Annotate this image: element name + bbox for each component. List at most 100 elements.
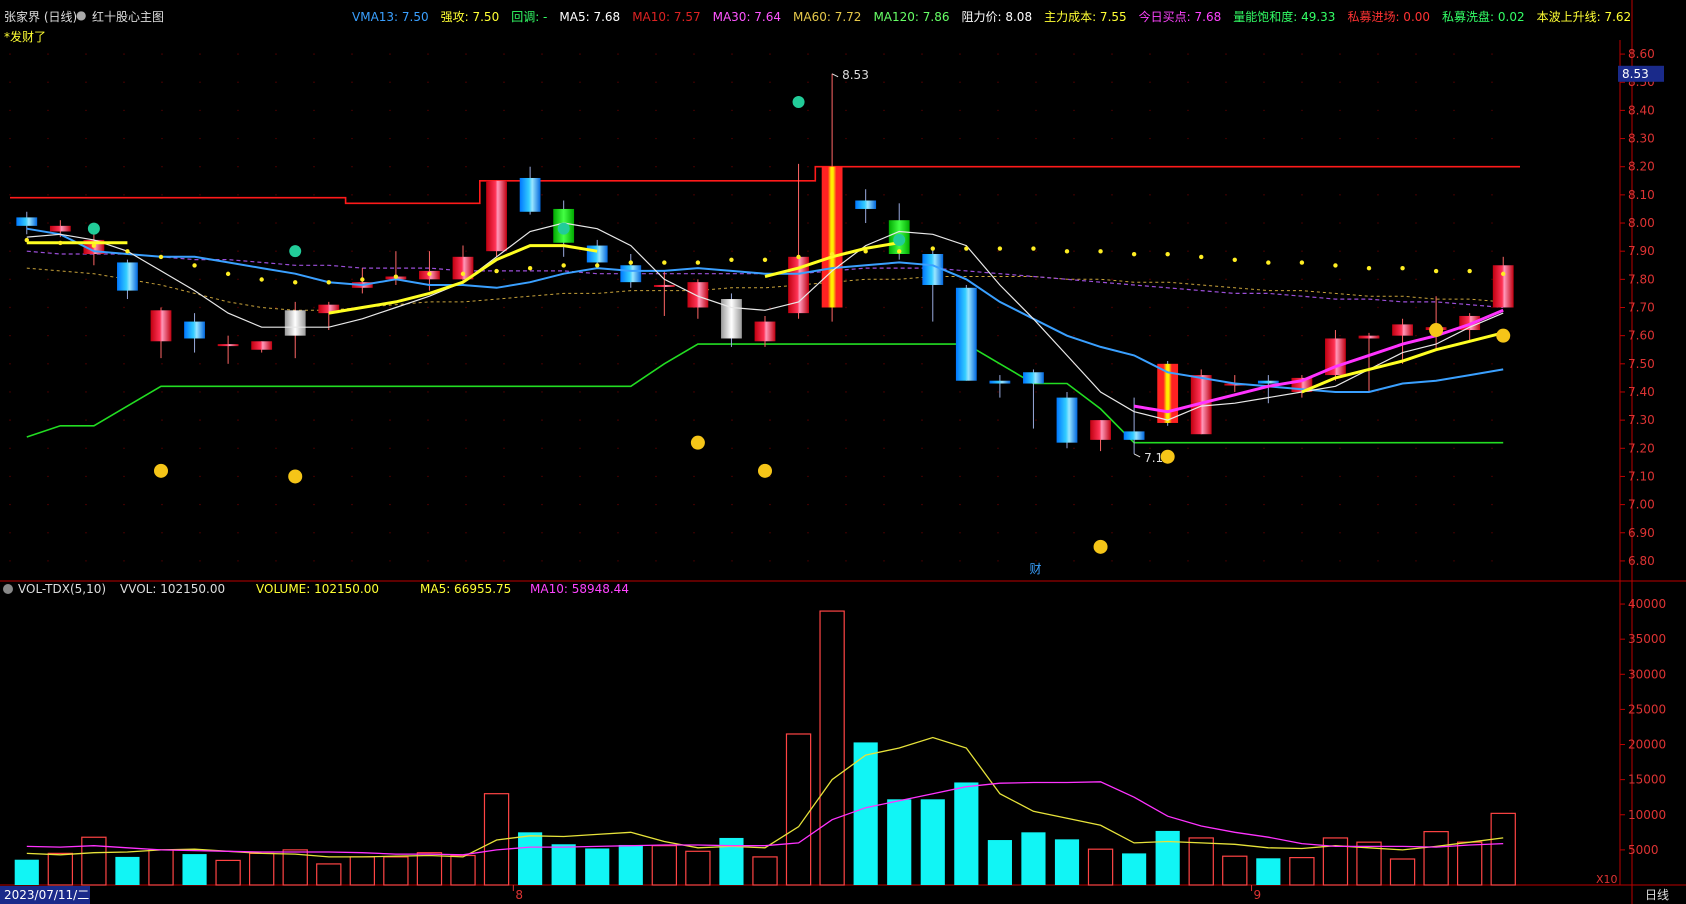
grid-dot <box>883 363 885 365</box>
candle-body[interactable] <box>922 254 944 285</box>
volume-bar[interactable] <box>1289 857 1315 886</box>
volume-bar[interactable] <box>1490 812 1516 886</box>
grid-dot <box>237 363 239 365</box>
grid-dot <box>731 447 733 449</box>
volume-bar[interactable] <box>1054 839 1080 885</box>
grid-dot <box>807 166 809 168</box>
candle-body[interactable] <box>117 262 138 291</box>
volume-bar[interactable] <box>1087 848 1114 886</box>
volume-bar[interactable] <box>618 844 643 885</box>
grid-dot <box>883 53 885 55</box>
volume-bar[interactable] <box>785 733 812 886</box>
volume-bar[interactable] <box>81 836 107 886</box>
grid-dot <box>807 222 809 224</box>
candle-body[interactable] <box>687 282 709 308</box>
volume-bar[interactable] <box>450 854 476 886</box>
chevron-down-icon[interactable] <box>3 584 13 594</box>
candle-body[interactable] <box>1358 335 1380 339</box>
grid-dot <box>313 363 315 365</box>
grid-dot <box>1377 391 1379 393</box>
candle-body[interactable] <box>184 321 205 339</box>
volume-bar[interactable] <box>752 856 778 886</box>
volume-bar[interactable] <box>215 859 241 886</box>
candle-body[interactable] <box>1056 397 1078 443</box>
volume-bar[interactable] <box>1188 837 1214 886</box>
grid-dot <box>123 109 125 112</box>
candle-body[interactable] <box>150 310 172 342</box>
volume-bar[interactable] <box>47 852 74 886</box>
candle-body[interactable] <box>754 321 776 342</box>
grid-dot <box>1187 419 1189 421</box>
period-label[interactable]: 日线 <box>1645 888 1669 902</box>
grid-dot <box>1301 81 1303 83</box>
volume-bar[interactable] <box>1021 832 1046 885</box>
candle-body[interactable] <box>653 284 675 287</box>
candle-body[interactable] <box>955 287 977 381</box>
volume-bar[interactable] <box>316 863 342 886</box>
volume-bar[interactable] <box>1322 837 1349 886</box>
grid-dot <box>1263 447 1265 449</box>
price-tick-label: 7.70 <box>1628 301 1655 315</box>
grid-dot <box>161 532 163 534</box>
volume-bar[interactable] <box>383 856 409 886</box>
volume-bar[interactable] <box>182 854 207 885</box>
volume-bar[interactable] <box>115 856 140 885</box>
candle-body[interactable] <box>251 341 273 350</box>
candle-body[interactable] <box>1492 265 1514 308</box>
grid-dot <box>617 447 619 449</box>
volume-bar[interactable] <box>954 782 979 885</box>
candle-body[interactable] <box>1023 372 1044 384</box>
volume-bar[interactable] <box>1222 855 1248 886</box>
volume-bar[interactable] <box>1122 853 1147 885</box>
volume-bar[interactable] <box>1423 831 1449 886</box>
signal-dot <box>997 246 1003 251</box>
candle-body[interactable] <box>855 200 877 209</box>
volume-bar[interactable] <box>148 849 174 886</box>
candle-body[interactable] <box>217 344 239 347</box>
stock-chart[interactable]: 8.608.508.408.308.208.108.007.907.807.70… <box>0 0 1686 904</box>
volume-bar[interactable] <box>14 859 39 885</box>
grid-dot <box>85 137 87 140</box>
candle-body[interactable] <box>16 217 38 226</box>
volume-bar[interactable] <box>1389 858 1416 886</box>
grid-dot <box>541 560 543 562</box>
grid-dot <box>769 503 771 506</box>
candle-body[interactable] <box>620 265 642 283</box>
volume-bar[interactable] <box>920 799 945 885</box>
grid-dot <box>237 109 239 112</box>
grid-dot <box>921 306 923 309</box>
candle-body[interactable] <box>989 380 1011 384</box>
grid-dot <box>579 194 581 196</box>
volume-bar[interactable] <box>518 832 543 885</box>
grid-dot <box>1415 306 1417 309</box>
volume-bar[interactable] <box>1155 830 1180 885</box>
signal-down-icon <box>893 233 906 246</box>
volume-bar[interactable] <box>887 799 912 885</box>
candle-body[interactable] <box>1392 324 1413 336</box>
grid-dot <box>1377 419 1379 421</box>
volume-bar[interactable] <box>248 852 275 886</box>
candle-body[interactable] <box>1123 431 1145 440</box>
volume-bar[interactable] <box>349 856 376 886</box>
volume-bar[interactable] <box>685 850 711 886</box>
candle-body[interactable] <box>586 245 608 263</box>
volume-bar[interactable] <box>551 844 576 885</box>
volume-bar[interactable] <box>819 610 845 886</box>
volume-bar[interactable] <box>416 852 443 886</box>
volume-bar[interactable] <box>651 845 678 886</box>
volume-bar[interactable] <box>1456 841 1483 886</box>
candle-body[interactable] <box>284 310 306 336</box>
candle-body[interactable] <box>519 177 541 212</box>
candle-body[interactable] <box>1257 380 1279 384</box>
volume-bar[interactable] <box>585 848 610 885</box>
candle-body[interactable] <box>1090 420 1111 440</box>
volume-bar[interactable] <box>987 840 1012 885</box>
candle-body[interactable] <box>821 166 843 308</box>
volume-bar[interactable] <box>1256 858 1281 885</box>
grid-dot <box>1149 419 1151 421</box>
grid-dot <box>47 137 49 140</box>
grid-dot <box>1187 109 1189 112</box>
volume-bar[interactable] <box>853 742 878 885</box>
candle-body[interactable] <box>486 180 507 252</box>
candle-body[interactable] <box>49 225 71 232</box>
